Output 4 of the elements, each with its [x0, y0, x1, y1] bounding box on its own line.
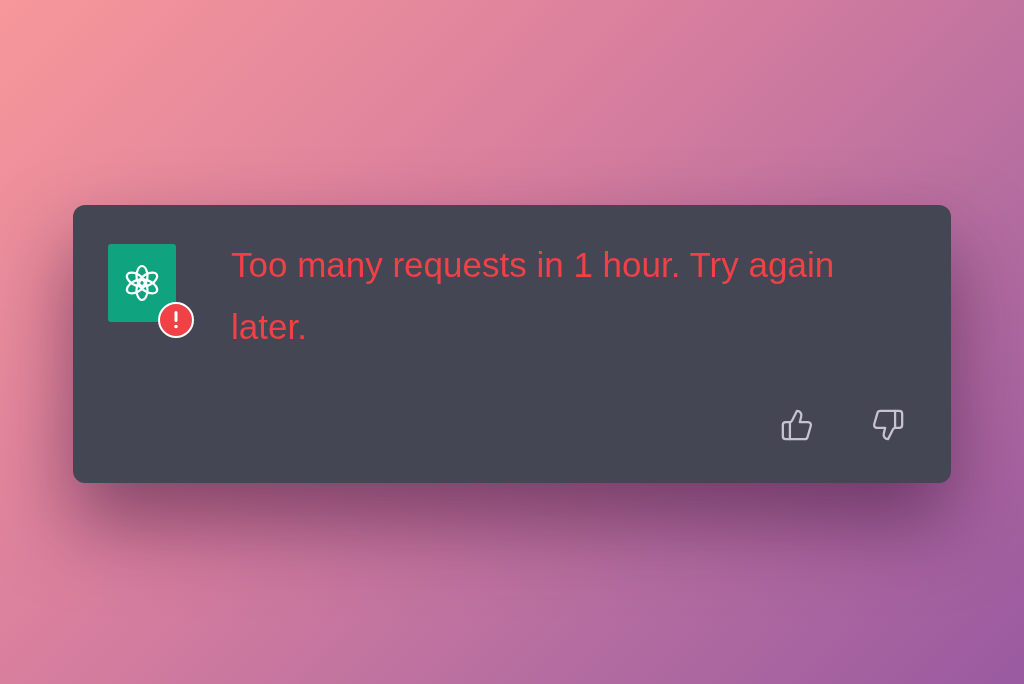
error-message: Too many requests in 1 hour. Try again later.: [231, 244, 836, 348]
exclamation-icon: [173, 311, 179, 329]
thumbs-down-button[interactable]: [870, 407, 906, 443]
thumbs-up-button[interactable]: [779, 407, 815, 443]
